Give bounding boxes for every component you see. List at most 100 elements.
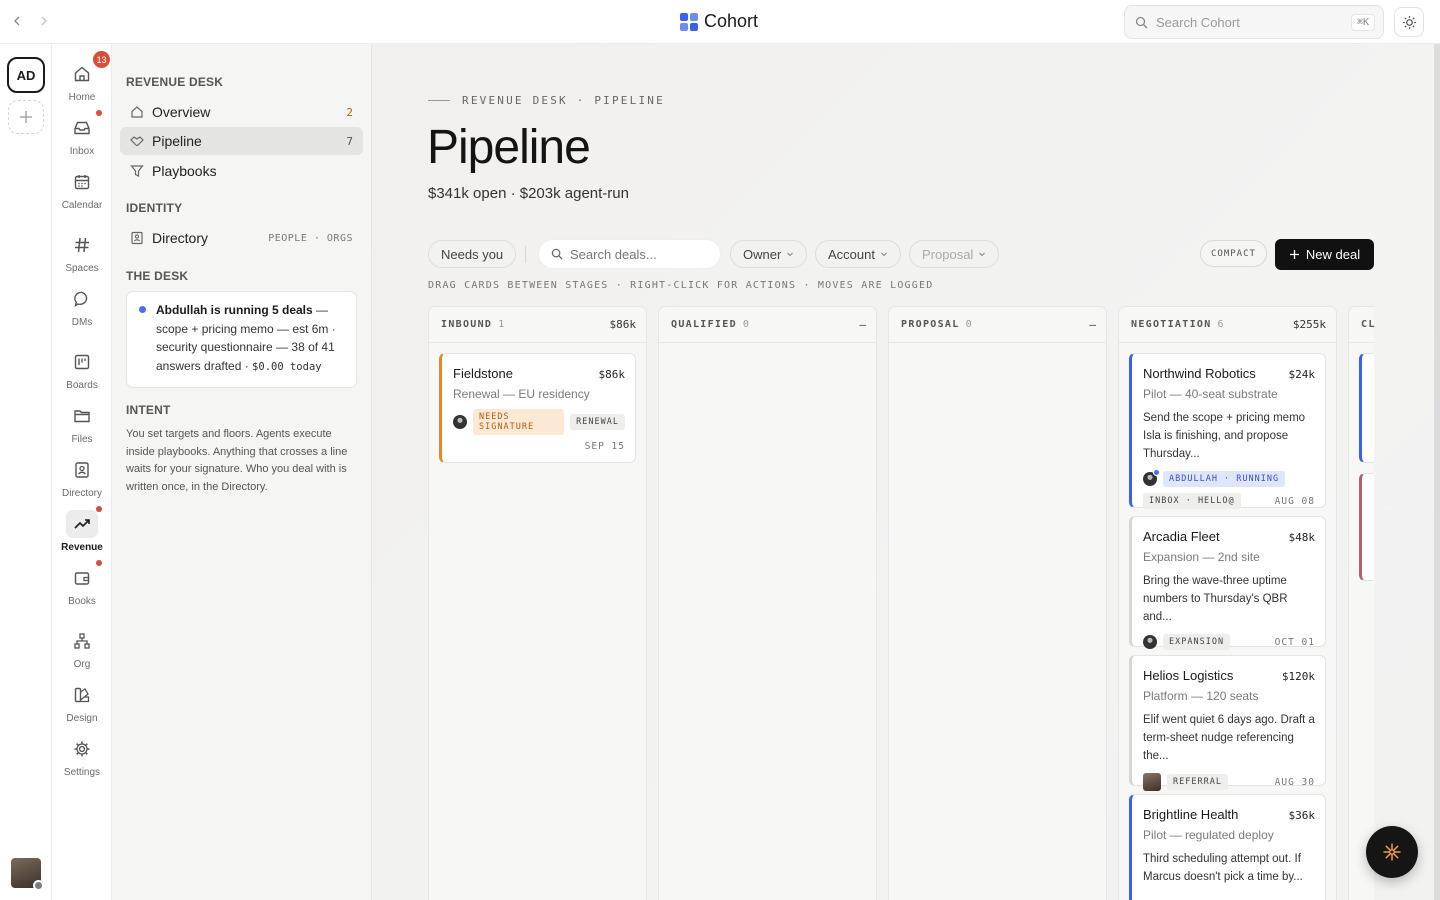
- pipeline-toolbar: Needs you Owner Account Proposal COMPACT…: [428, 239, 1374, 270]
- sidebar-item-label: Pipeline: [152, 133, 202, 149]
- deal-card-helios[interactable]: Helios Logistics $120k Platform — 120 se…: [1129, 655, 1326, 791]
- design-icon: [66, 681, 98, 709]
- stage-title: PROPOSAL: [901, 319, 960, 330]
- deal-amount: $48k: [1288, 531, 1316, 544]
- page-title: Pipeline: [427, 121, 591, 174]
- deal-name: Brightline Health: [1143, 807, 1239, 822]
- add-workspace-button[interactable]: [8, 100, 44, 134]
- type-badge: RENEWAL: [570, 414, 625, 430]
- proposal-filter-label: Proposal: [922, 246, 974, 262]
- pipeline-count: 7: [346, 134, 353, 148]
- app-label: Org: [73, 659, 91, 670]
- new-deal-button[interactable]: New deal: [1275, 239, 1374, 270]
- desk-agent-summary: Abdullah is running 5 deals: [156, 303, 313, 317]
- cohort-logo-icon: [680, 12, 698, 31]
- workspace-switcher[interactable]: AD: [7, 57, 45, 93]
- agent-status-dot: [139, 306, 146, 313]
- app-home[interactable]: 13 Home: [52, 51, 112, 103]
- app-label: Calendar: [61, 200, 103, 211]
- owner-avatar: [1143, 469, 1160, 486]
- search-icon: [551, 248, 563, 260]
- sparkle-icon: [1382, 842, 1402, 862]
- stage-count: 6: [1217, 319, 1224, 330]
- app-label: DMs: [71, 317, 93, 328]
- app-label: Boards: [66, 380, 98, 391]
- app-org[interactable]: Org: [52, 627, 112, 670]
- stage-column-proposal[interactable]: PROPOSAL 0 —: [888, 306, 1107, 900]
- deal-card-brightline[interactable]: Brightline Health $36k Pilot — regulated…: [1129, 794, 1326, 900]
- app-dms[interactable]: DMs: [52, 285, 112, 328]
- deal-date: AUG 30: [1274, 776, 1315, 788]
- agent-status-badge: ABDULLAH · RUNNING: [1163, 471, 1286, 487]
- revenue-sidebar: REVENUE DESK Overview 2 Pipeline 7 Playb…: [112, 44, 372, 900]
- deal-card-arcadia[interactable]: Arcadia Fleet $48k Expansion — 2nd site …: [1129, 516, 1326, 650]
- account-filter[interactable]: Account: [815, 240, 901, 268]
- theme-toggle-button[interactable]: [1394, 7, 1424, 37]
- deal-next-step: Third scheduling attempt out. If Marcus …: [1143, 853, 1303, 883]
- deal-search[interactable]: [538, 239, 721, 269]
- back-arrow-icon[interactable]: [9, 13, 25, 29]
- org-chart-icon: [66, 627, 98, 655]
- deal-next-step: Elif went quiet 6 days ago. Draft a term…: [1143, 714, 1315, 762]
- stage-column-closed[interactable]: CL: [1348, 306, 1374, 900]
- app-inbox[interactable]: Inbox: [52, 110, 112, 157]
- owner-filter[interactable]: Owner: [730, 240, 808, 268]
- trending-up-icon: [66, 506, 102, 538]
- deal-subtitle: Pilot — regulated deploy: [1143, 828, 1274, 842]
- deal-next-step: Send the scope + pricing memo Isla is fi…: [1143, 412, 1306, 460]
- proposal-filter[interactable]: Proposal: [909, 240, 1000, 268]
- compact-toggle[interactable]: COMPACT: [1200, 240, 1267, 267]
- app-label: Settings: [63, 767, 101, 778]
- sidebar-item-directory[interactable]: Directory PEOPLE · ORGS: [120, 224, 363, 252]
- top-bar: Cohort ⌘K: [0, 0, 1440, 44]
- stage-column-inbound[interactable]: INBOUND 1 $86k Fieldstone $86k Renewal —…: [428, 306, 647, 900]
- stage-column-qualified[interactable]: QUALIFIED 0 —: [658, 306, 877, 900]
- main-scrollbar[interactable]: [1434, 44, 1440, 900]
- sidebar-item-playbooks[interactable]: Playbooks: [120, 157, 363, 185]
- chevron-down-icon: [880, 250, 888, 258]
- deal-name: Arcadia Fleet: [1143, 529, 1220, 544]
- deal-card-clipped[interactable]: [1359, 353, 1374, 463]
- sidebar-item-overview[interactable]: Overview 2: [120, 98, 363, 126]
- stage-amount: $86k: [609, 318, 637, 331]
- desk-activity-card[interactable]: Abdullah is running 5 deals — scope + pr…: [126, 291, 357, 388]
- app-revenue[interactable]: Revenue: [52, 506, 112, 553]
- needs-you-filter[interactable]: Needs you: [428, 240, 517, 268]
- app-spaces[interactable]: Spaces: [52, 231, 112, 274]
- app-directory[interactable]: Directory: [52, 456, 112, 499]
- deal-name: Fieldstone: [453, 366, 513, 381]
- pipeline-board: INBOUND 1 $86k Fieldstone $86k Renewal —…: [428, 306, 1374, 900]
- app-boards[interactable]: Boards: [52, 348, 112, 391]
- app-files[interactable]: Files: [52, 402, 112, 445]
- deal-card-northwind[interactable]: Northwind Robotics $24k Pilot — 40-seat …: [1129, 353, 1326, 509]
- forward-arrow-icon[interactable]: [36, 13, 52, 29]
- deal-date: AUG 08: [1274, 495, 1315, 507]
- app-calendar[interactable]: Calendar: [52, 168, 112, 211]
- stage-amount: —: [859, 318, 866, 331]
- deal-search-input[interactable]: [570, 246, 710, 262]
- sidebar-item-label: Playbooks: [152, 163, 217, 179]
- pipeline-summary: $341k open · $203k agent-run: [428, 185, 629, 202]
- agent-assistant-button[interactable]: [1366, 826, 1418, 878]
- deal-card-clipped[interactable]: [1359, 473, 1374, 581]
- stage-header: NEGOTIATION 6 $255k: [1119, 307, 1336, 343]
- hash-icon: [66, 231, 98, 259]
- global-search[interactable]: ⌘K: [1124, 5, 1384, 39]
- stage-count: 0: [965, 319, 972, 330]
- global-search-input[interactable]: [1156, 14, 1351, 30]
- overview-count: 2: [346, 105, 353, 119]
- agent-running-dot: [1153, 469, 1160, 476]
- deal-card-fieldstone[interactable]: Fieldstone $86k Renewal — EU residency N…: [439, 353, 636, 463]
- desk-cost: $0.00 today: [252, 360, 322, 373]
- breadcrumb: REVENUE DESK · PIPELINE: [428, 94, 665, 107]
- stage-column-negotiation[interactable]: NEGOTIATION 6 $255k Northwind Robotics $…: [1118, 306, 1337, 900]
- app-books[interactable]: Books: [52, 560, 112, 607]
- inbox-icon: [66, 110, 102, 142]
- deal-amount: $86k: [598, 368, 626, 381]
- sidebar-item-pipeline[interactable]: Pipeline 7: [120, 127, 363, 155]
- app-design[interactable]: Design: [52, 681, 112, 724]
- section-title: IDENTITY: [126, 201, 183, 215]
- stage-amount: $255k: [1292, 318, 1326, 331]
- contact-avatar: [1143, 773, 1161, 791]
- app-settings[interactable]: Settings: [52, 735, 112, 778]
